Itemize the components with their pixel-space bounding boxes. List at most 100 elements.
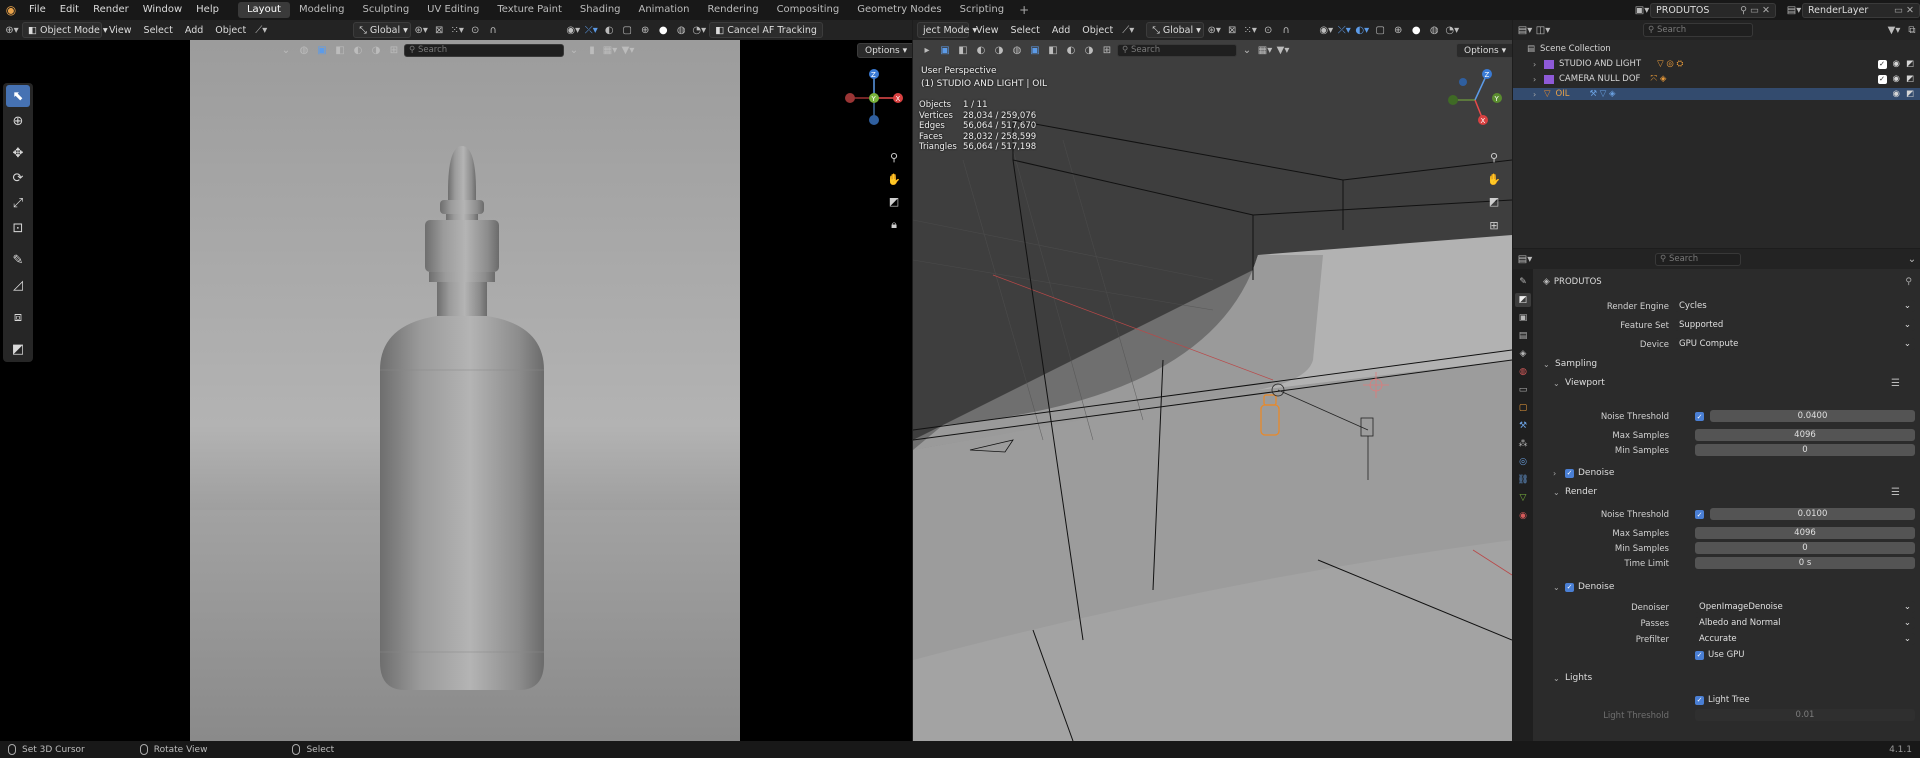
right-zoom-icon[interactable]: ⚲ bbox=[1485, 148, 1503, 166]
eye-icon[interactable]: ◉ bbox=[1893, 74, 1900, 84]
render-presets-icon[interactable]: ☰ bbox=[1891, 487, 1900, 498]
vp-denoise-checkbox[interactable]: ✓ bbox=[1565, 468, 1574, 478]
output-tab-icon[interactable]: ▣ bbox=[1515, 311, 1531, 325]
tab-animation[interactable]: Animation bbox=[630, 2, 699, 18]
expand-chevron-icon[interactable]: › bbox=[1533, 90, 1541, 99]
right-filter-d-icon[interactable]: ◑ bbox=[1081, 42, 1097, 58]
pin-icon[interactable]: ⚲ ▭ ✕ bbox=[1740, 5, 1770, 16]
shading-wire-icon[interactable]: ⊕ bbox=[637, 22, 653, 38]
gizmo-icon[interactable]: ⤫▾ bbox=[583, 22, 599, 38]
viewport-subpanel-header[interactable]: ⌄ Viewport bbox=[1553, 378, 1605, 388]
constraints-tab-icon[interactable]: ⛓ bbox=[1515, 473, 1531, 487]
visibility-icon[interactable]: ◉▾ bbox=[565, 22, 581, 38]
outliner-editor-type-icon[interactable]: ▤▾ bbox=[1517, 22, 1533, 38]
vp-noise-checkbox[interactable]: ✓ bbox=[1695, 412, 1704, 421]
collapse-icon[interactable]: ⌄ bbox=[278, 42, 294, 58]
mode-selector[interactable]: ◧ Object Mode ▾ bbox=[22, 22, 108, 38]
render-engine-select[interactable]: Cycles ⌄ bbox=[1675, 300, 1915, 312]
scene-selector[interactable]: PRODUTOS ⚲ ▭ ✕ bbox=[1650, 2, 1776, 18]
blender-logo-icon[interactable]: ◉ bbox=[0, 0, 22, 20]
right-shading-material-icon[interactable]: ◍ bbox=[1426, 22, 1442, 38]
use-gpu-toggle[interactable]: ✓ Use GPU bbox=[1695, 650, 1745, 660]
menu-view[interactable]: View bbox=[104, 22, 137, 38]
outliner-filter-icon[interactable]: ▼▾ bbox=[1886, 22, 1902, 38]
view-layer-tab-icon[interactable]: ▤ bbox=[1515, 329, 1531, 343]
right-menu-add[interactable]: Add bbox=[1047, 22, 1075, 38]
right-search-options-icon[interactable]: ⌄ bbox=[1239, 42, 1255, 58]
use-gpu-checkbox[interactable]: ✓ bbox=[1695, 650, 1704, 660]
camera-view-icon[interactable]: ◩ bbox=[885, 192, 903, 210]
menu-object[interactable]: Object bbox=[210, 22, 251, 38]
right-shading-wire-icon[interactable]: ⊕ bbox=[1390, 22, 1406, 38]
right-shading-solid-icon[interactable]: ● bbox=[1408, 22, 1424, 38]
right-proportional-icon[interactable]: ⊙ bbox=[1260, 22, 1276, 38]
feature-set-select[interactable]: Supported ⌄ bbox=[1675, 319, 1915, 331]
right-filter-e-icon[interactable]: ⊞ bbox=[1099, 42, 1115, 58]
render-camera-icon[interactable]: ◩ bbox=[1906, 89, 1914, 99]
tab-sculpting[interactable]: Sculpting bbox=[353, 2, 418, 18]
filter-light-icon[interactable]: ◐ bbox=[350, 42, 366, 58]
shading-solid-icon[interactable]: ● bbox=[655, 22, 671, 38]
eye-icon[interactable]: ◉ bbox=[1893, 59, 1900, 69]
right-toggle-toolbar-icon[interactable]: ▸ bbox=[919, 42, 935, 58]
pan-hand-icon[interactable]: ✋ bbox=[885, 170, 903, 188]
overlay-icon[interactable]: ◐ bbox=[601, 22, 617, 38]
material-tab-icon[interactable]: ◉ bbox=[1515, 509, 1531, 523]
right-filter-b-icon[interactable]: ◧ bbox=[1045, 42, 1061, 58]
measure-tool-icon[interactable]: ◿ bbox=[6, 274, 30, 296]
properties-options-icon[interactable]: ⌄ bbox=[1904, 251, 1920, 267]
object-tab-icon[interactable]: ▢ bbox=[1515, 401, 1531, 415]
right-menu-select[interactable]: Select bbox=[1006, 22, 1045, 38]
right-menu-view[interactable]: View bbox=[971, 22, 1004, 38]
modifier-tab-icon[interactable]: ⚒ bbox=[1515, 419, 1531, 433]
right-ortho-grid-icon[interactable]: ⊞ bbox=[1485, 216, 1503, 234]
right-filter-a-icon[interactable]: ▣ bbox=[1027, 42, 1043, 58]
left-search-input[interactable]: ⚲ Search bbox=[404, 43, 564, 57]
scale-tool-icon[interactable]: ⤢ bbox=[6, 192, 30, 214]
zoom-icon[interactable]: ⚲ bbox=[885, 148, 903, 166]
right-pivot-icon[interactable]: ⊛▾ bbox=[1206, 22, 1222, 38]
outliner-row-oil[interactable]: › ▽ OIL ⚒ ▽ ◈ ◉ ◩ bbox=[1513, 88, 1920, 100]
tab-layout[interactable]: Layout bbox=[237, 2, 290, 18]
lock-icon[interactable]: 🔒︎ bbox=[885, 216, 903, 234]
xray-icon[interactable]: ▢ bbox=[619, 22, 635, 38]
device-select[interactable]: GPU Compute ⌄ bbox=[1675, 338, 1915, 350]
filter-other-icon[interactable]: ⊞ bbox=[386, 42, 402, 58]
scene-tab-icon[interactable]: ◈ bbox=[1515, 347, 1531, 361]
right-shading-rendered-icon[interactable]: ◔▾ bbox=[1444, 22, 1460, 38]
filter-mesh-icon[interactable]: ◧ bbox=[332, 42, 348, 58]
expand-chevron-icon[interactable]: › bbox=[1533, 60, 1541, 69]
view-layer-selector[interactable]: RenderLayer ▭ ✕ bbox=[1802, 2, 1920, 18]
camera-tool-icon[interactable]: ◩ bbox=[6, 338, 30, 360]
shading-material-icon[interactable]: ◍ bbox=[673, 22, 689, 38]
expand-chevron-icon[interactable]: › bbox=[1533, 75, 1541, 84]
light-tree-checkbox[interactable]: ✓ bbox=[1695, 695, 1704, 705]
right-overlay-icon[interactable]: ◐▾ bbox=[1354, 22, 1370, 38]
menu-help[interactable]: Help bbox=[189, 0, 226, 20]
tab-shading[interactable]: Shading bbox=[571, 2, 630, 18]
outliner-search-input[interactable]: ⚲ Search bbox=[1643, 23, 1753, 37]
right-menu-object[interactable]: Object bbox=[1077, 22, 1118, 38]
pivot-icon[interactable]: ⊛▾ bbox=[413, 22, 429, 38]
transform-orientation[interactable]: ⤡ Global ▾ bbox=[353, 22, 412, 38]
menu-window[interactable]: Window bbox=[136, 0, 189, 20]
annotate-tool-icon[interactable]: ✎ bbox=[6, 249, 30, 271]
data-tab-icon[interactable]: ▽ bbox=[1515, 491, 1531, 505]
render-camera-icon[interactable]: ◩ bbox=[1906, 74, 1914, 84]
bookmark-icon[interactable]: ▮ bbox=[584, 42, 600, 58]
physics-tab-icon[interactable]: ◎ bbox=[1515, 455, 1531, 469]
exclude-checkbox[interactable]: ✓ bbox=[1877, 74, 1887, 84]
outliner-row-camera[interactable]: › CAMERA NULL DOF ⤧ ◈ ✓ ◉ ◩ bbox=[1513, 73, 1920, 85]
right-color-icon[interactable]: ◍ bbox=[1009, 42, 1025, 58]
tab-geometry-nodes[interactable]: Geometry Nodes bbox=[848, 2, 950, 18]
view-layer-actions-icon[interactable]: ▭ ✕ bbox=[1894, 5, 1914, 16]
right-filter-select-icon[interactable]: ▣ bbox=[937, 42, 953, 58]
filter-camera-icon[interactable]: ◑ bbox=[368, 42, 384, 58]
tab-texture-paint[interactable]: Texture Paint bbox=[488, 2, 571, 18]
right-mode-selector[interactable]: ject Mode ▾ bbox=[917, 22, 977, 38]
right-object-data-icon[interactable]: ⟋▾ bbox=[1120, 22, 1136, 38]
r-max-field[interactable]: 4096 bbox=[1695, 527, 1915, 539]
right-visibility-icon[interactable]: ◉▾ bbox=[1318, 22, 1334, 38]
right-filter-light-icon[interactable]: ◐ bbox=[973, 42, 989, 58]
menu-add[interactable]: Add bbox=[180, 22, 208, 38]
